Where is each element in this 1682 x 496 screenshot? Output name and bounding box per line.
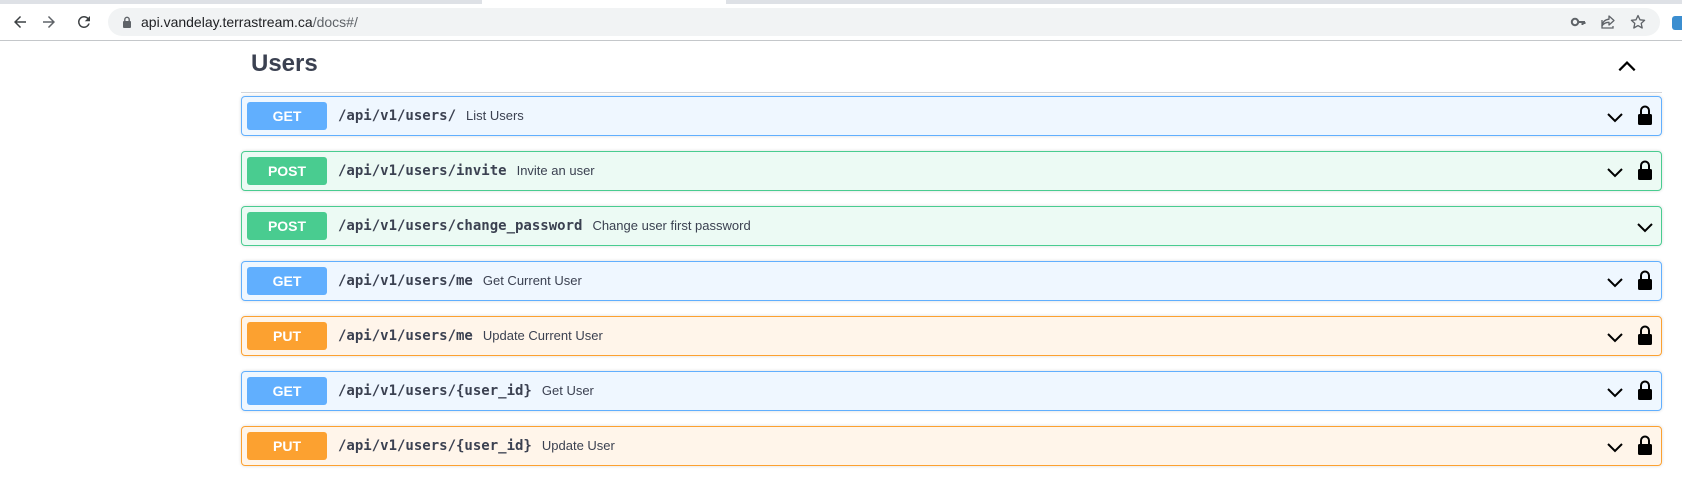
users-section-header[interactable]: Users <box>241 42 1662 93</box>
endpoint-path: /api/v1/users/me <box>338 328 473 344</box>
endpoint-summary: Update User <box>541 438 615 453</box>
endpoint-path: /api/v1/users/invite <box>338 163 507 179</box>
chevron-down-icon[interactable] <box>1605 382 1625 402</box>
padlock-icon[interactable] <box>1637 269 1653 291</box>
browser-toolbar: api.vandelay.terrastream.ca/docs#/ <box>0 4 1682 41</box>
lock-icon[interactable] <box>122 16 132 28</box>
padlock-icon[interactable] <box>1637 324 1653 346</box>
star-icon[interactable] <box>1628 12 1648 32</box>
chevron-down-icon[interactable] <box>1605 272 1625 292</box>
method-badge: POST <box>247 212 327 240</box>
endpoint-summary: Update Current User <box>482 328 603 343</box>
back-arrow-icon[interactable] <box>8 10 32 34</box>
method-badge: GET <box>247 377 327 405</box>
endpoint-summary: Change user first password <box>592 218 751 233</box>
padlock-icon[interactable] <box>1637 434 1653 456</box>
chevron-down-icon[interactable] <box>1605 107 1625 127</box>
endpoint-summary: Get User <box>541 383 594 398</box>
endpoint-path: /api/v1/users/me <box>338 273 473 289</box>
endpoint-path: /api/v1/users/{user_id} <box>338 383 532 399</box>
share-icon[interactable] <box>1598 12 1618 32</box>
method-badge: POST <box>247 157 327 185</box>
chevron-down-icon[interactable] <box>1605 162 1625 182</box>
endpoint-summary: Invite an user <box>516 163 595 178</box>
padlock-icon[interactable] <box>1637 104 1653 126</box>
address-bar[interactable]: api.vandelay.terrastream.ca/docs#/ <box>108 8 1660 36</box>
method-badge: PUT <box>247 322 327 350</box>
method-badge: GET <box>247 267 327 295</box>
method-badge: GET <box>247 102 327 130</box>
endpoint-path: /api/v1/users/ <box>338 108 457 124</box>
reload-icon[interactable] <box>72 10 96 34</box>
chevron-down-icon[interactable] <box>1605 437 1625 457</box>
endpoint-path: /api/v1/users/change_password <box>338 218 583 234</box>
operation-get-users[interactable]: GET /api/v1/users/List Users <box>241 96 1662 136</box>
chevron-down-icon[interactable] <box>1605 327 1625 347</box>
chevron-up-icon[interactable] <box>1616 56 1638 78</box>
endpoint-summary: List Users <box>466 108 524 123</box>
padlock-icon[interactable] <box>1637 379 1653 401</box>
operation-put-user-by-id[interactable]: PUT /api/v1/users/{user_id} Update User <box>241 426 1662 466</box>
url-text[interactable]: api.vandelay.terrastream.ca/docs#/ <box>141 8 358 36</box>
operation-get-users-me[interactable]: GET /api/v1/users/me Get Current User <box>241 261 1662 301</box>
operation-put-users-me[interactable]: PUT /api/v1/users/me Update Current User <box>241 316 1662 356</box>
padlock-icon[interactable] <box>1637 159 1653 181</box>
key-icon[interactable] <box>1568 12 1588 32</box>
operation-post-users-invite[interactable]: POST /api/v1/users/invite Invite an user <box>241 151 1662 191</box>
endpoint-path: /api/v1/users/{user_id} <box>338 438 532 454</box>
method-badge: PUT <box>247 432 327 460</box>
operation-post-users-change-password[interactable]: POST /api/v1/users/change_password Change… <box>241 206 1662 246</box>
forward-arrow-icon[interactable] <box>37 10 61 34</box>
section-title: Users <box>251 50 318 77</box>
endpoint-summary: Get Current User <box>482 273 582 288</box>
url-domain: api.vandelay.terrastream.ca <box>141 14 313 30</box>
chevron-down-icon[interactable] <box>1635 217 1655 237</box>
operation-get-user-by-id[interactable]: GET /api/v1/users/{user_id} Get User <box>241 371 1662 411</box>
url-path: /docs#/ <box>312 14 358 30</box>
extension-icon[interactable] <box>1672 16 1682 30</box>
